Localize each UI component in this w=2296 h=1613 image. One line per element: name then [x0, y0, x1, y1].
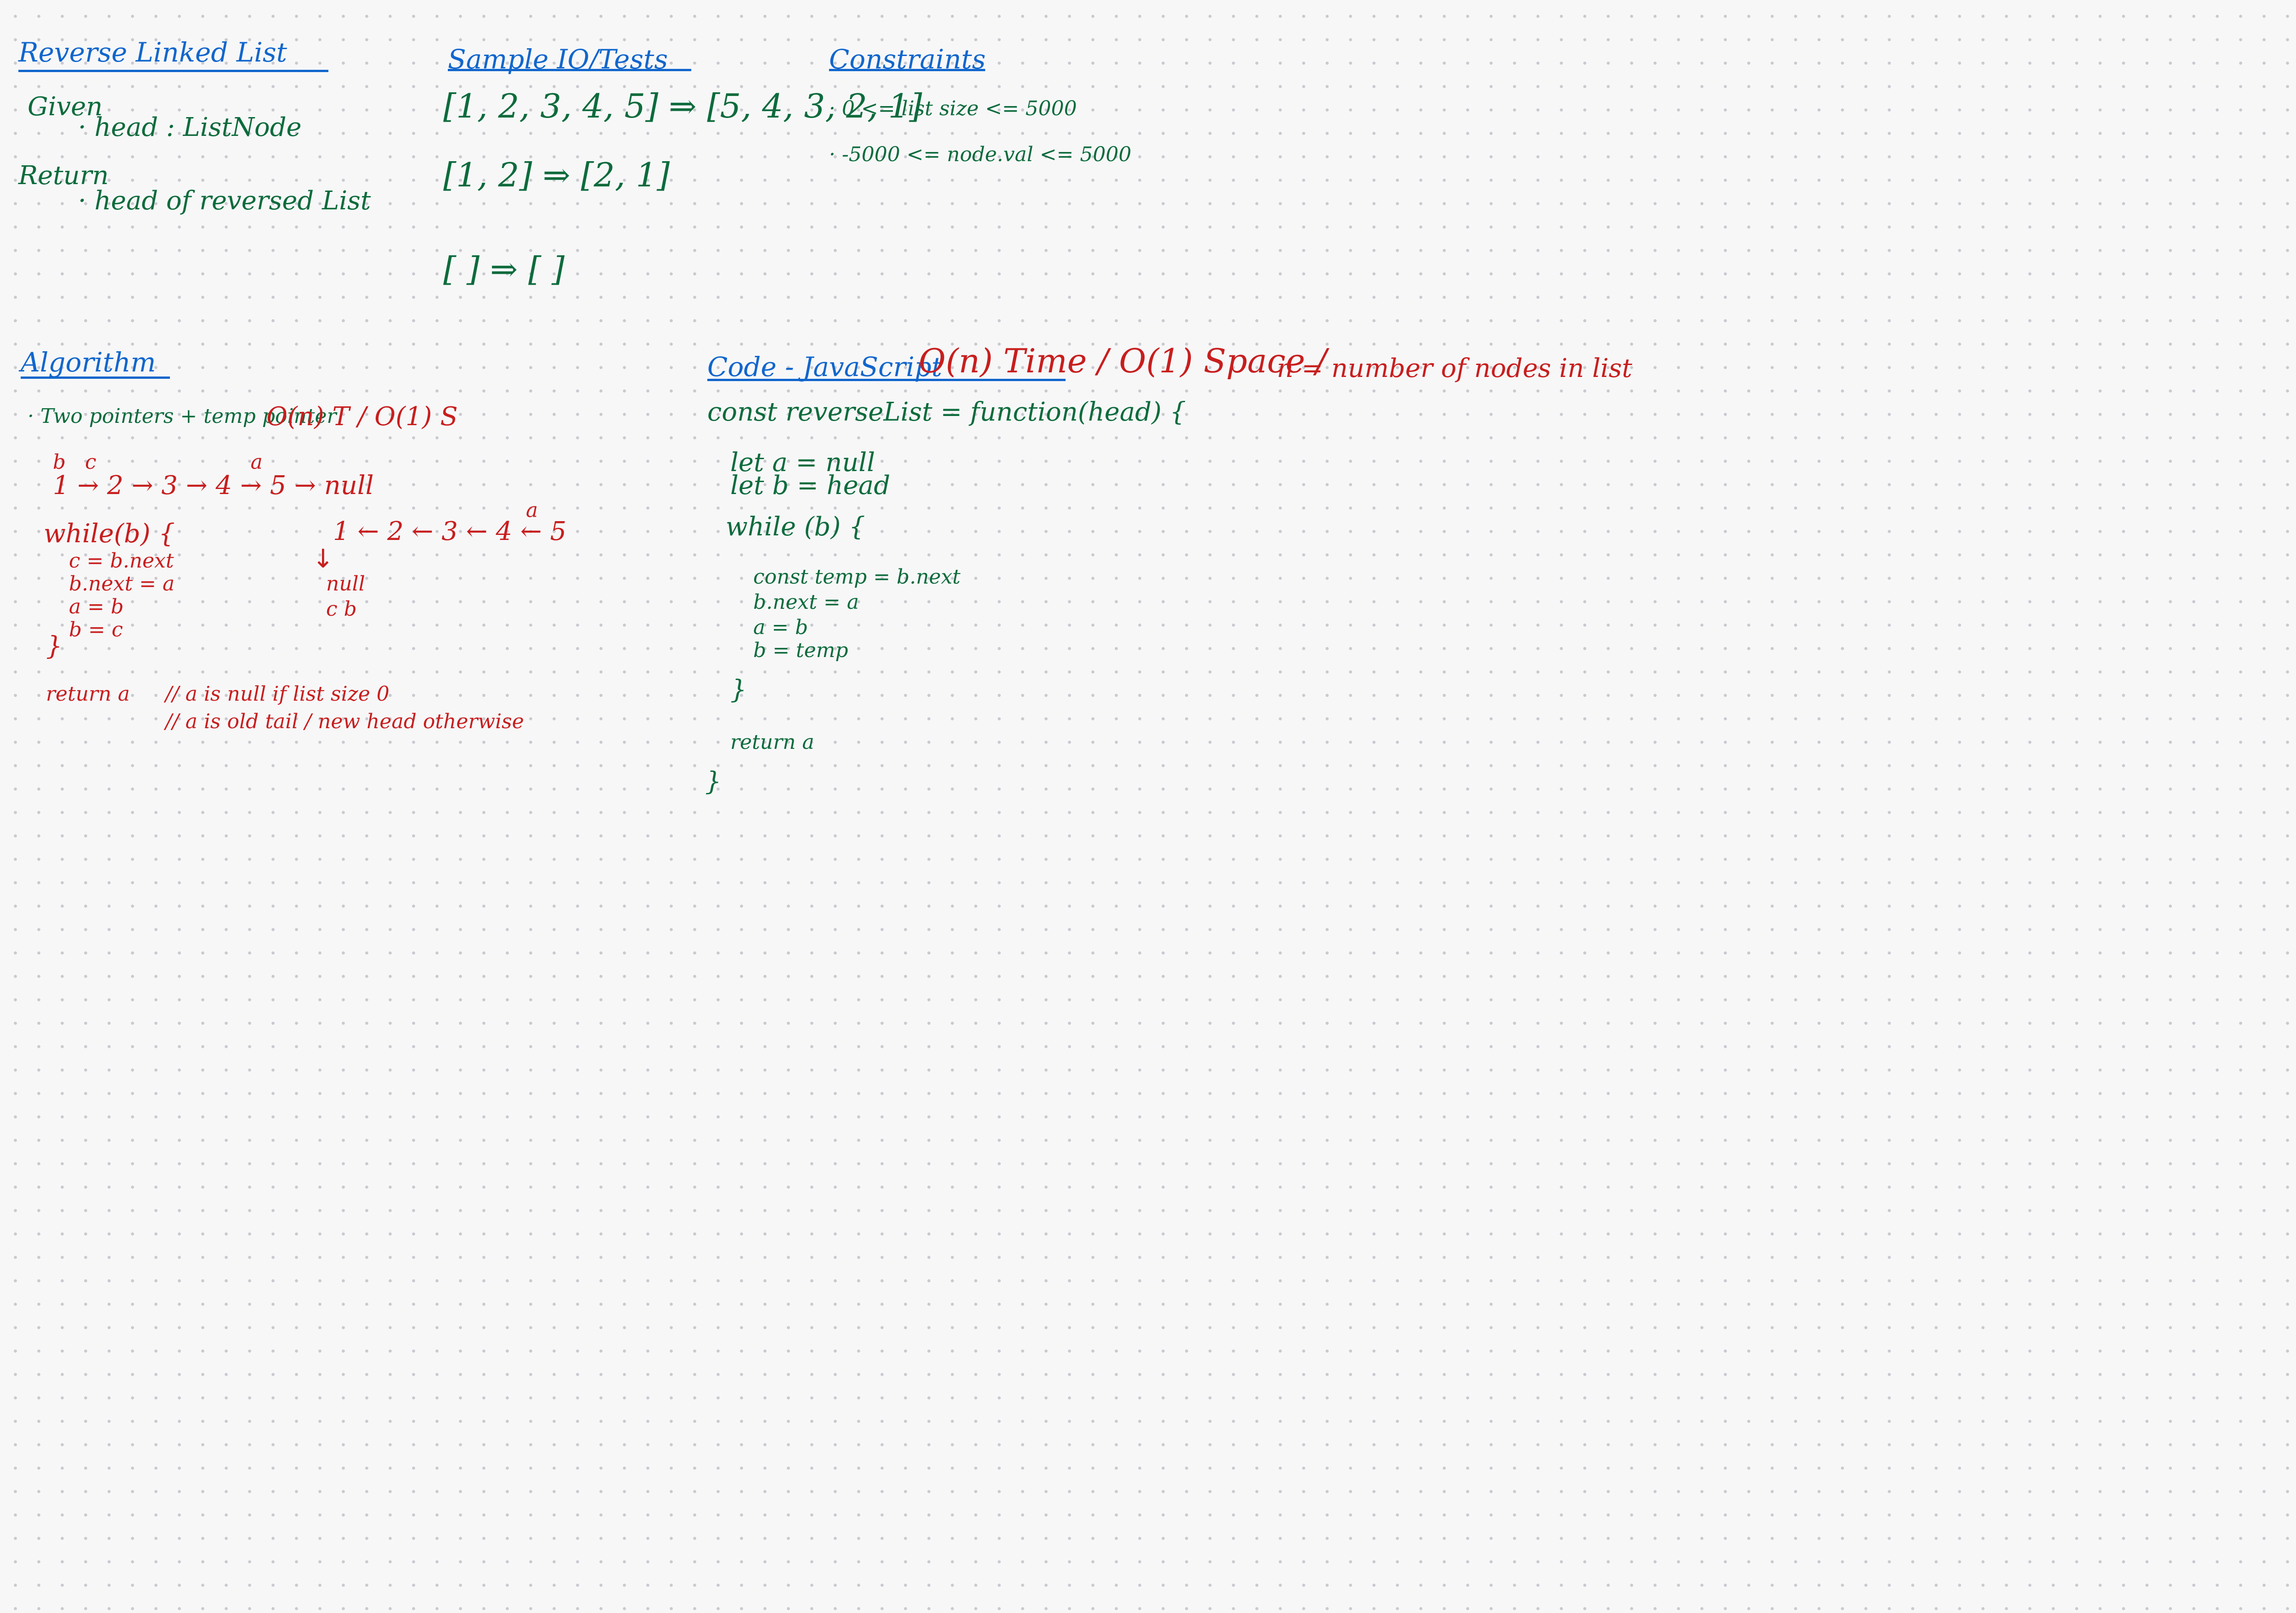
- code-line-7: a = b: [753, 616, 808, 639]
- algo-return: return a: [46, 682, 130, 706]
- return-item: · head of reversed List: [78, 186, 371, 216]
- samples-title-underline: [448, 69, 691, 71]
- sample-test-3: [ ] ⇒ [ ]: [443, 250, 565, 288]
- algo-body-4: b = c: [69, 618, 123, 641]
- algorithm-title-underline: [21, 377, 170, 379]
- code-line-8: b = temp: [753, 639, 848, 662]
- code-title: Code - JavaScript: [707, 351, 942, 382]
- problem-title: Reverse Linked List: [18, 37, 287, 68]
- null-text: null: [326, 572, 365, 596]
- cb-text: c b: [326, 597, 357, 621]
- algo-comment-2: // a is old tail / new head otherwise: [165, 710, 524, 733]
- code-line-5: const temp = b.next: [753, 565, 961, 589]
- given-item: · head : ListNode: [78, 112, 302, 142]
- problem-title-underline: [18, 70, 328, 72]
- algo-body-3: a = b: [69, 595, 124, 618]
- algorithm-complexity: O(n) T / O(1) S: [266, 402, 458, 432]
- code-line-6: b.next = a: [753, 590, 859, 614]
- code-line-4: while (b) {: [726, 512, 865, 542]
- pointer-labels: b c a: [53, 450, 263, 474]
- code-line-10: return a: [730, 731, 814, 754]
- return-label: Return: [18, 161, 109, 191]
- code-line-3: let b = head: [730, 471, 891, 500]
- algorithm-title: Algorithm: [21, 347, 156, 378]
- code-note: n = number of nodes in list: [1277, 354, 1632, 383]
- reversed-label-a: a: [526, 499, 538, 522]
- while-line: while(b) {: [44, 519, 175, 549]
- list-reversed: 1 ← 2 ← 3 ← 4 ← 5: [333, 517, 567, 546]
- list-forward: 1 → 2 → 3 → 4 → 5 → null: [53, 471, 374, 500]
- constraints-title-underline: [829, 69, 985, 71]
- algo-comment-1: // a is null if list size 0: [165, 682, 389, 706]
- down-arrow-icon: ↓: [312, 544, 334, 574]
- algo-body-2: b.next = a: [69, 572, 175, 596]
- code-line-9: }: [730, 675, 747, 705]
- code-line-1: const reverseList = function(head) {: [707, 397, 1186, 427]
- code-complexity: O(n) Time / O(1) Space /: [919, 342, 1327, 380]
- algo-body-1: c = b.next: [69, 549, 174, 573]
- sample-test-2: [1, 2] ⇒ [2, 1]: [443, 156, 670, 194]
- constraint-1: · 0 <= list size <= 5000: [829, 97, 1077, 120]
- code-line-11: }: [705, 767, 722, 797]
- algo-close-brace: }: [46, 631, 62, 661]
- constraint-2: · -5000 <= node.val <= 5000: [829, 143, 1132, 166]
